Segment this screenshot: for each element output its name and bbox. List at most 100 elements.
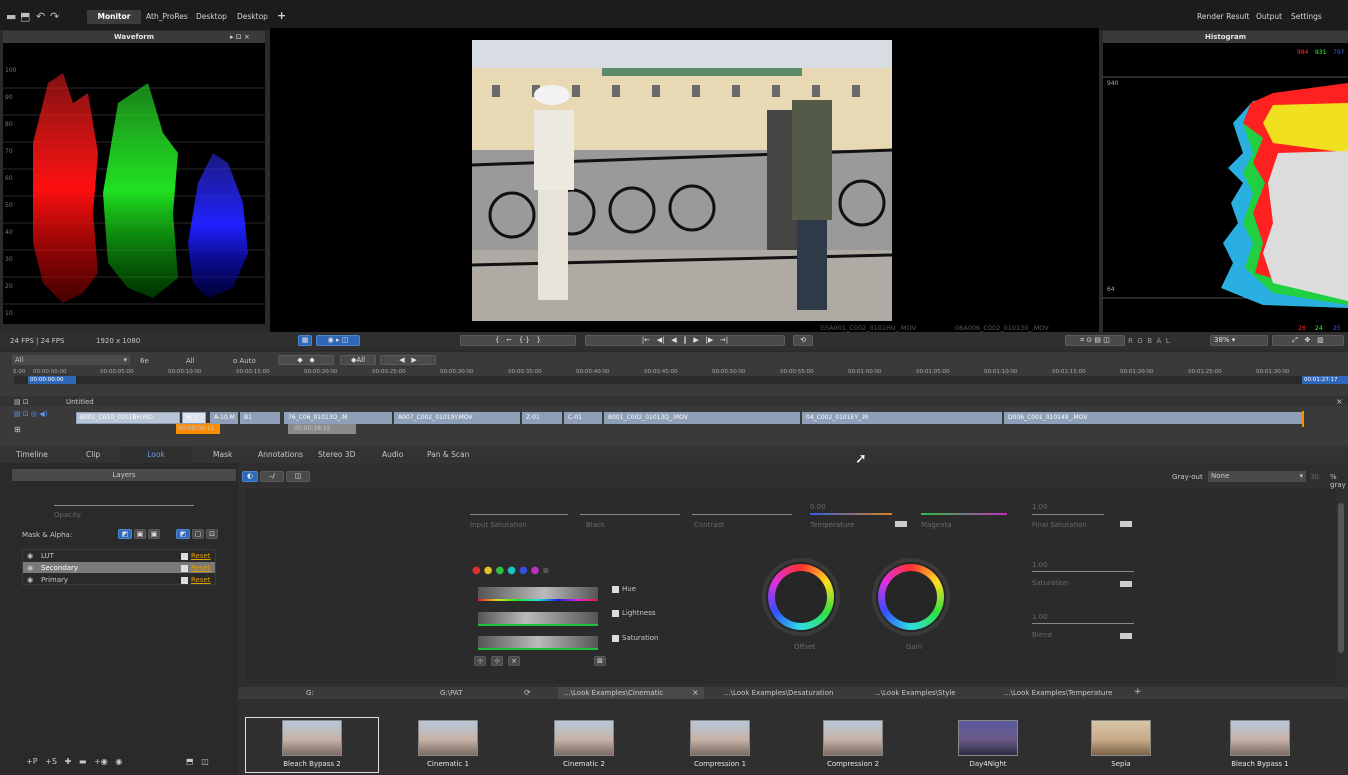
- zoom-select[interactable]: 38% ▾: [1210, 335, 1268, 346]
- tl-auto[interactable]: o Auto: [233, 357, 256, 365]
- view-tools[interactable]: ⌗ ⊙ ▤ ◫: [1065, 335, 1125, 346]
- tab-look[interactable]: Look: [120, 447, 192, 463]
- clip-trim[interactable]: ≪ |: [182, 412, 206, 424]
- tab-timeline[interactable]: Timeline: [16, 450, 48, 459]
- mask-shape-button[interactable]: ▣: [134, 529, 146, 539]
- tab-stereo-3d[interactable]: Stereo 3D: [318, 450, 355, 459]
- clip[interactable]: B001_C002_01013Q_.MOV: [604, 412, 800, 424]
- tab-monitor[interactable]: Monitor: [87, 10, 141, 24]
- lightness-range[interactable]: [478, 612, 598, 624]
- save-icon[interactable]: ⬒: [20, 11, 30, 22]
- in-timecode[interactable]: 00:00:09:11: [176, 423, 220, 434]
- image-viewer[interactable]: G5A001_C002_0101HU_.MOV 06A006_C002_0101…: [270, 28, 1099, 332]
- look-thumbnail[interactable]: [1091, 720, 1151, 756]
- look-label[interactable]: Bleach Bypass 2: [252, 760, 372, 768]
- clip[interactable]: Z-01: [522, 412, 562, 424]
- look-label[interactable]: Cinematic 1: [388, 760, 508, 768]
- waveform-pin-icon[interactable]: ▸ ⊡ ×: [230, 33, 250, 41]
- clip[interactable]: B1: [240, 412, 280, 424]
- look-thumbnail[interactable]: [418, 720, 478, 756]
- mask-mode-button[interactable]: ◩: [118, 529, 132, 539]
- layer-item-secondary[interactable]: ◉ Secondary Reset: [23, 562, 215, 573]
- input-saturation-slider[interactable]: [470, 514, 568, 515]
- clip[interactable]: B001_C010_0101BH.MO: [76, 412, 180, 424]
- ruler-strip[interactable]: [14, 376, 1348, 384]
- look-label[interactable]: Bleach Bypass 1: [1200, 760, 1320, 768]
- eye-icon[interactable]: ◉: [27, 552, 33, 560]
- transport-controls[interactable]: |← ◀| ◀ ‖ ▶ |▶ →|: [585, 335, 785, 346]
- hue-color-picks[interactable]: ●●●●●●▪: [472, 565, 552, 576]
- tl-control-all[interactable]: All: [186, 357, 195, 365]
- hue-check[interactable]: Hue: [612, 585, 636, 593]
- temperature-slider[interactable]: [810, 513, 892, 515]
- add-marker-button[interactable]: ◆ ◆: [278, 355, 334, 365]
- clip[interactable]: 04_C002_0101EY_.M: [802, 412, 1002, 424]
- channel-g[interactable]: G: [1137, 337, 1142, 345]
- tab-annotations[interactable]: Annotations: [258, 450, 303, 459]
- alpha-shape-button[interactable]: ▢: [192, 529, 204, 539]
- reset-button[interactable]: Reset: [181, 576, 211, 584]
- tab-mask[interactable]: Mask: [213, 450, 232, 459]
- channel-l[interactable]: L: [1166, 337, 1170, 345]
- look-thumbnail[interactable]: [1230, 720, 1290, 756]
- clip[interactable]: 76_C06_01013O_.M: [284, 412, 392, 424]
- lock-icon[interactable]: ⊞: [14, 425, 21, 434]
- grayout-number[interactable]: 30: [1310, 473, 1319, 481]
- grayout-select[interactable]: None ▾: [1208, 471, 1306, 482]
- refresh-icon[interactable]: ⟳: [524, 688, 531, 697]
- output-button[interactable]: Output: [1256, 12, 1282, 21]
- clip[interactable]: D006_C001_010149_.MOV: [1004, 412, 1302, 424]
- temperature-reset[interactable]: [895, 521, 907, 527]
- look-thumbnail[interactable]: [823, 720, 883, 756]
- tab-clip[interactable]: Clip: [86, 450, 100, 459]
- gain-wheel[interactable]: [872, 558, 950, 636]
- reset-button[interactable]: Reset: [181, 552, 211, 560]
- scope-mode-button[interactable]: ◉ ▸ ◫: [316, 335, 360, 346]
- scope-toggle-button[interactable]: ▦: [298, 335, 312, 346]
- undo-icon[interactable]: ↶: [36, 11, 45, 22]
- out-timecode[interactable]: 00:00:18:15: [288, 423, 356, 434]
- clip[interactable]: A007_C002_01019Y.MOV: [394, 412, 520, 424]
- track-filter-select[interactable]: All ▾: [12, 355, 130, 365]
- look-label[interactable]: Sepia: [1061, 760, 1181, 768]
- blend-slider[interactable]: [1032, 623, 1134, 624]
- final-saturation-slider[interactable]: [1032, 514, 1104, 515]
- path-pat[interactable]: G:\PAT: [440, 689, 462, 697]
- contrast-slider[interactable]: [692, 514, 792, 515]
- channel-b[interactable]: B: [1147, 337, 1152, 345]
- path-style[interactable]: ...\Look Examples\Style: [874, 689, 956, 697]
- all-markers-button[interactable]: ◆All: [340, 355, 376, 365]
- final-sat-reset[interactable]: [1120, 521, 1132, 527]
- mask-invert-button[interactable]: ▣: [148, 529, 160, 539]
- look-mode-button[interactable]: ◐: [242, 471, 258, 482]
- fit-buttons[interactable]: ⤢ ✥ ▥: [1272, 335, 1344, 346]
- path-desaturation[interactable]: ...\Look Examples\Desaturation: [724, 689, 833, 697]
- saturation-range[interactable]: [478, 636, 598, 648]
- opacity-slider[interactable]: [54, 505, 194, 506]
- offset-center[interactable]: [775, 571, 827, 623]
- tab-pan-scan[interactable]: Pan & Scan: [427, 450, 469, 459]
- tab-desktop-2[interactable]: Desktop: [237, 12, 268, 21]
- track-icons[interactable]: ▤ ⊡: [14, 398, 29, 406]
- eye-icon[interactable]: ◉: [27, 564, 33, 572]
- pick-clear-icon[interactable]: ×: [508, 656, 520, 666]
- track-name[interactable]: Untitled: [66, 398, 94, 406]
- channel-a[interactable]: A: [1156, 337, 1161, 345]
- path-temperature[interactable]: ...\Look Examples\Temperature: [1004, 689, 1112, 697]
- tab-audio[interactable]: Audio: [382, 450, 403, 459]
- track-visibility-icons[interactable]: ▤ ⊡ ◎ ◀): [14, 410, 47, 418]
- magenta-slider[interactable]: [921, 513, 1007, 515]
- look-thumbnail[interactable]: [554, 720, 614, 756]
- redo-icon[interactable]: ↷: [50, 11, 59, 22]
- channel-r[interactable]: R: [1128, 337, 1133, 345]
- look-label[interactable]: Cinematic 2: [524, 760, 644, 768]
- saturation-reset[interactable]: [1120, 581, 1132, 587]
- path-cinematic-tab[interactable]: ...\Look Examples\Cinematic ×: [558, 687, 704, 699]
- tab-desktop-1[interactable]: Desktop: [196, 12, 227, 21]
- curves-mode-button[interactable]: ⎯/: [260, 471, 284, 482]
- alpha-mode-button[interactable]: ◩: [176, 529, 190, 539]
- layer-item-lut[interactable]: ◉ LUT Reset: [23, 550, 215, 561]
- alpha-invert-button[interactable]: ⊡: [206, 529, 218, 539]
- tl-control-6e[interactable]: 6e: [140, 357, 149, 365]
- lightness-check[interactable]: Lightness: [612, 609, 656, 617]
